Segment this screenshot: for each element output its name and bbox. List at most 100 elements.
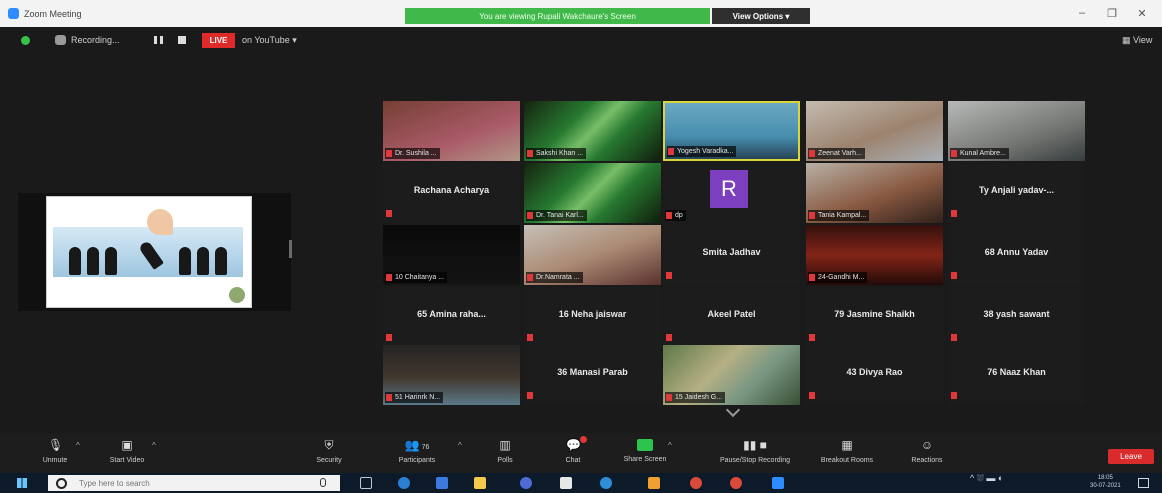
- leave-button[interactable]: Leave: [1108, 449, 1154, 464]
- participant-tile[interactable]: 43 Divya Rao: [806, 345, 943, 405]
- participant-tile[interactable]: Smita Jadhav: [663, 225, 800, 285]
- participant-tile[interactable]: 10 Chaitanya ...: [383, 225, 520, 285]
- stop-recording-icon[interactable]: [178, 36, 186, 44]
- zoom-window: Zoom Meeting You are viewing Rupali Wakc…: [0, 0, 1162, 493]
- participant-name-tag: 24-Gandhi M...: [808, 272, 868, 283]
- pause-stop-recording-button[interactable]: ▮▮ ■ Pause/Stop Recording: [700, 437, 810, 471]
- red-app-icon[interactable]: [730, 477, 742, 489]
- reaction-smiley-icon: ☺: [920, 438, 934, 452]
- taskbar-search-box[interactable]: [48, 475, 340, 491]
- taskbar-clock[interactable]: 18:05 30-07-2021: [1090, 474, 1121, 490]
- dropbox-icon[interactable]: [436, 477, 448, 489]
- close-button[interactable]: ✕: [1132, 7, 1152, 20]
- start-video-label: Start Video: [109, 457, 145, 464]
- system-tray-icons[interactable]: ^ ⛆ ▬ ◐: [970, 474, 1003, 483]
- slide-hand-graphic: [147, 209, 173, 235]
- participant-name-tag: Sakshi Khan ...: [526, 148, 587, 159]
- breakout-rooms-button[interactable]: ▦ Breakout Rooms: [802, 437, 892, 471]
- reactions-button[interactable]: ☺ Reactions: [882, 437, 972, 471]
- muted-mic-icon: [809, 334, 815, 341]
- participant-tile[interactable]: Rdp: [663, 163, 800, 223]
- muted-mic-icon: [386, 334, 392, 341]
- muted-mic-icon: [809, 212, 815, 219]
- mail-icon[interactable]: [560, 477, 572, 489]
- participant-tile[interactable]: 38 yash sawant: [948, 287, 1085, 347]
- windows-start-icon[interactable]: [17, 478, 27, 488]
- muted-mic-icon: [951, 392, 957, 399]
- connection-status-icon[interactable]: [21, 36, 30, 45]
- participant-tile[interactable]: Sakshi Khan ...: [524, 101, 661, 161]
- split-view-handle[interactable]: [289, 240, 292, 258]
- breakout-rooms-icon: ▦: [841, 438, 853, 452]
- shared-slide-image: [46, 196, 252, 308]
- bar-chart-icon: ▥: [499, 438, 511, 452]
- participant-tile[interactable]: Dr. Tanai Karl...: [524, 163, 661, 223]
- participant-tile[interactable]: 79 Jasmine Shaikh: [806, 287, 943, 347]
- view-label: View: [1133, 35, 1153, 45]
- participant-name: 16 Neha jaiswar: [558, 309, 627, 319]
- participant-tile[interactable]: 76 Naaz Khan: [948, 345, 1085, 405]
- participant-tile[interactable]: Dr. Sushila ...: [383, 101, 520, 161]
- link-icon[interactable]: [600, 477, 612, 489]
- participant-name: Smita Jadhav: [702, 247, 761, 257]
- recording-icon: [55, 35, 66, 45]
- zoom-taskbar-icon[interactable]: [772, 477, 784, 489]
- pause-recording-icon[interactable]: [154, 36, 163, 44]
- participant-name-tag: Dr. Sushila ...: [385, 148, 440, 159]
- muted-mic-icon: [666, 272, 672, 279]
- live-platform-dropdown[interactable]: on YouTube ▾: [242, 35, 297, 46]
- share-screen-icon: [637, 439, 653, 451]
- view-button[interactable]: ▦ View: [1122, 35, 1152, 46]
- muted-mic-icon: [527, 274, 533, 281]
- participant-tile[interactable]: 51 Harinrk N...: [383, 345, 520, 405]
- start-video-button[interactable]: ▣ Start Video: [82, 437, 172, 471]
- minimize-button[interactable]: –: [1072, 7, 1092, 19]
- participant-tile[interactable]: Zeenat Varh...: [806, 101, 943, 161]
- cortana-mic-icon[interactable]: [320, 478, 326, 487]
- muted-mic-icon: [527, 334, 533, 341]
- participant-name: 43 Divya Rao: [846, 367, 903, 377]
- maximize-button[interactable]: ❐: [1102, 7, 1122, 20]
- edge-browser-icon[interactable]: [398, 477, 410, 489]
- video-options-caret[interactable]: ^: [152, 441, 156, 450]
- chevron-down-icon[interactable]: [725, 402, 741, 418]
- participant-tile[interactable]: Kunal Ambre...: [948, 101, 1085, 161]
- zoom-logo-icon: [8, 8, 19, 19]
- slide-figure: [215, 247, 227, 275]
- participant-tile[interactable]: 65 Amina raha...: [383, 287, 520, 347]
- participant-tile[interactable]: Rachana Acharya: [383, 163, 520, 223]
- store-icon[interactable]: [648, 477, 660, 489]
- muted-mic-icon: [951, 150, 957, 157]
- task-view-icon[interactable]: [360, 477, 372, 489]
- participant-tile[interactable]: 68 Annu Yadav: [948, 225, 1085, 285]
- chrome-icon[interactable]: [690, 477, 702, 489]
- notification-icon[interactable]: [1138, 478, 1149, 488]
- share-screen-button[interactable]: Share Screen: [600, 437, 690, 471]
- slide-figure: [105, 247, 117, 275]
- share-options-caret[interactable]: ^: [668, 441, 672, 450]
- muted-mic-icon: [666, 212, 672, 219]
- view-options-button[interactable]: View Options ▾: [712, 8, 810, 24]
- video-off-icon: ▣: [121, 438, 133, 452]
- muted-mic-icon: [386, 394, 392, 401]
- security-button[interactable]: ⛨ Security: [284, 437, 374, 471]
- participant-tile[interactable]: Dr.Namrata ...: [524, 225, 661, 285]
- chrome-profile-icon[interactable]: [520, 477, 532, 489]
- taskbar-search-input[interactable]: [79, 478, 299, 488]
- chat-unread-badge: [580, 436, 587, 443]
- participant-tile[interactable]: Ty Anjali yadav-...: [948, 163, 1085, 223]
- slide-logo-icon: [229, 287, 245, 303]
- participant-tile[interactable]: Akeel Patel: [663, 287, 800, 347]
- participant-tile[interactable]: 24-Gandhi M...: [806, 225, 943, 285]
- audio-options-caret[interactable]: ^: [76, 441, 80, 450]
- muted-mic-icon: [527, 392, 533, 399]
- muted-mic-icon: [666, 334, 672, 341]
- participant-tile[interactable]: 16 Neha jaiswar: [524, 287, 661, 347]
- pause-stop-recording-label: Pause/Stop Recording: [719, 457, 791, 464]
- participant-tile[interactable]: 15 Jaidesh G...: [663, 345, 800, 405]
- participants-button[interactable]: 👥 76 Participants: [372, 437, 462, 471]
- file-explorer-icon[interactable]: [474, 477, 486, 489]
- participant-tile[interactable]: Yogesh Varadka...: [663, 101, 800, 161]
- participant-tile[interactable]: Tania Kampal...: [806, 163, 943, 223]
- participant-tile[interactable]: 36 Manasi Parab: [524, 345, 661, 405]
